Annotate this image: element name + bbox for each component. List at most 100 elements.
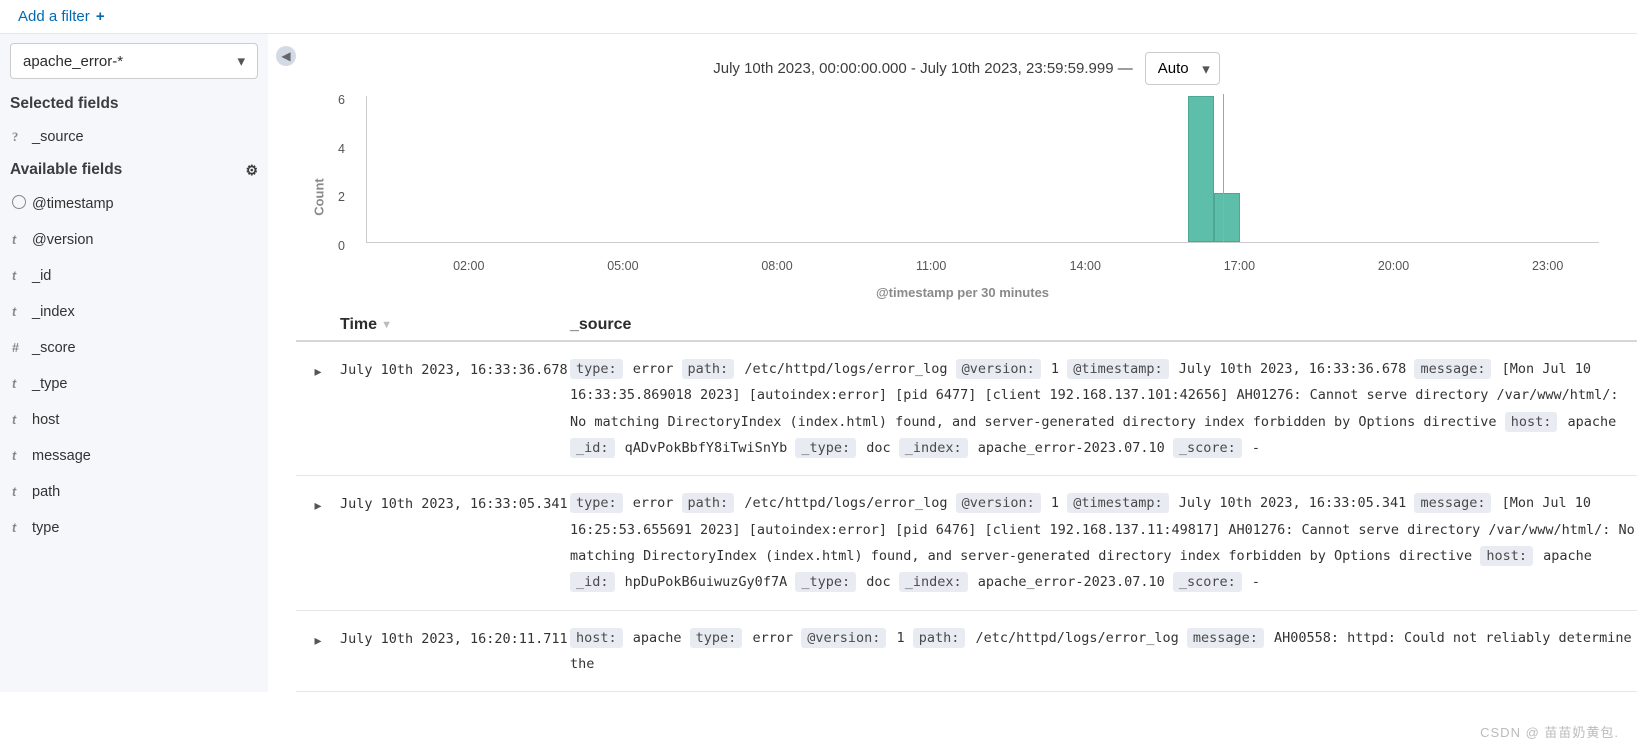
row-source: type: error path: /etc/httpd/logs/error_…: [570, 490, 1637, 595]
field-tag: path:: [682, 359, 735, 379]
text-type-icon: t: [12, 305, 32, 319]
caret-down-icon: ▾: [237, 52, 245, 70]
text-type-icon: t: [12, 233, 32, 247]
field-tag: type:: [570, 493, 623, 513]
field-tag: path:: [913, 628, 966, 648]
xtick: 20:00: [1378, 259, 1409, 273]
field-tag: type:: [690, 628, 743, 648]
field-tag: _id:: [570, 438, 615, 458]
field-name: message: [32, 448, 91, 464]
xtick: 17:00: [1224, 259, 1255, 273]
row-source: host: apache type: error @version: 1 pat…: [570, 625, 1637, 678]
field-item-id[interactable]: t_id: [0, 258, 268, 294]
field-tag: message:: [1414, 359, 1491, 379]
column-time[interactable]: Time ▼: [340, 316, 570, 334]
xtick: 23:00: [1532, 259, 1563, 273]
unknown-type-icon: ?: [12, 130, 32, 145]
text-type-icon: t: [12, 377, 32, 391]
fields-sidebar: apache_error-* ▾ Selected fields ?_sourc…: [0, 34, 268, 692]
doc-table: Time ▼ _source ▸July 10th 2023, 16:33:36…: [296, 310, 1637, 692]
field-name: _score: [32, 340, 76, 356]
plus-icon: +: [96, 8, 105, 25]
sort-desc-icon: ▼: [381, 319, 392, 331]
column-source[interactable]: _source: [570, 316, 631, 334]
field-tag: type:: [570, 359, 623, 379]
field-tag: path:: [682, 493, 735, 513]
text-type-icon: t: [12, 485, 32, 499]
chart-xlabel: @timestamp per 30 minutes: [326, 285, 1599, 300]
chart-ylabel: Count: [311, 178, 326, 216]
selected-fields-title: Selected fields: [0, 89, 268, 119]
xtick: 02:00: [453, 259, 484, 273]
field-tag: host:: [1480, 546, 1533, 566]
main-content: July 10th 2023, 00:00:00.000 - July 10th…: [296, 34, 1637, 692]
field-item-score[interactable]: #_score: [0, 330, 268, 366]
collapse-sidebar-button[interactable]: ◀: [276, 46, 296, 66]
field-name: _id: [32, 268, 51, 284]
field-tag: @timestamp:: [1067, 359, 1168, 379]
row-source: type: error path: /etc/httpd/logs/error_…: [570, 356, 1637, 461]
row-time: July 10th 2023, 16:20:11.711: [340, 625, 570, 678]
expand-row-button[interactable]: ▸: [296, 356, 340, 461]
field-item-index[interactable]: t_index: [0, 294, 268, 330]
table-row: ▸July 10th 2023, 16:33:36.678type: error…: [296, 342, 1637, 476]
time-marker: [1223, 94, 1224, 242]
field-name: @version: [32, 232, 93, 248]
histogram-bar[interactable]: [1188, 96, 1214, 242]
field-item-source[interactable]: ?_source: [0, 119, 268, 155]
field-tag: message:: [1187, 628, 1264, 648]
add-filter-label: Add a filter: [18, 8, 90, 25]
available-fields-header: Available fields ⚙: [0, 155, 268, 185]
field-item-path[interactable]: tpath: [0, 474, 268, 510]
ytick: 4: [338, 142, 345, 156]
field-tag: _index:: [899, 438, 968, 458]
xtick: 05:00: [607, 259, 638, 273]
field-tag: _index:: [899, 572, 968, 592]
field-name: host: [32, 412, 59, 428]
field-item-host[interactable]: thost: [0, 402, 268, 438]
histogram-chart[interactable]: Count 6420 02:0005:0008:0011:0014:0017:0…: [296, 93, 1637, 300]
table-row: ▸July 10th 2023, 16:33:05.341type: error…: [296, 476, 1637, 610]
expand-row-button[interactable]: ▸: [296, 490, 340, 595]
text-type-icon: t: [12, 521, 32, 535]
field-tag: message:: [1414, 493, 1491, 513]
watermark: CSDN @ 苗苗奶黄包.: [1480, 722, 1619, 741]
field-name: _type: [32, 376, 67, 392]
add-filter-button[interactable]: Add a filter +: [18, 8, 105, 25]
gear-icon[interactable]: ⚙: [245, 162, 258, 179]
field-tag: @version:: [956, 359, 1041, 379]
field-tag: _type:: [795, 572, 856, 592]
number-type-icon: #: [12, 341, 32, 355]
index-pattern-value: apache_error-*: [23, 53, 123, 70]
field-item-type[interactable]: t_type: [0, 366, 268, 402]
field-tag: @timestamp:: [1067, 493, 1168, 513]
xtick: 14:00: [1070, 259, 1101, 273]
text-type-icon: t: [12, 449, 32, 463]
field-item-timestamp[interactable]: @timestamp: [0, 185, 268, 222]
text-type-icon: t: [12, 413, 32, 427]
ytick: 6: [338, 93, 345, 107]
chevron-left-icon: ◀: [281, 49, 290, 63]
interval-select[interactable]: Auto: [1145, 52, 1220, 85]
row-time: July 10th 2023, 16:33:05.341: [340, 490, 570, 595]
available-fields-title: Available fields: [10, 161, 122, 179]
field-name: _source: [32, 129, 84, 145]
field-item-message[interactable]: tmessage: [0, 438, 268, 474]
field-name: path: [32, 484, 60, 500]
table-row: ▸July 10th 2023, 16:20:11.711host: apach…: [296, 611, 1637, 693]
field-tag: @version:: [801, 628, 886, 648]
field-item-type[interactable]: ttype: [0, 510, 268, 546]
field-tag: _score:: [1173, 438, 1242, 458]
index-pattern-select[interactable]: apache_error-* ▾: [10, 43, 258, 79]
ytick: 2: [338, 190, 345, 204]
xtick: 11:00: [916, 259, 946, 273]
row-time: July 10th 2023, 16:33:36.678: [340, 356, 570, 461]
clock-icon: [12, 195, 32, 212]
field-name: type: [32, 520, 59, 536]
field-item-version[interactable]: t@version: [0, 222, 268, 258]
field-tag: host:: [1505, 412, 1558, 432]
histogram-bar[interactable]: [1214, 193, 1240, 242]
field-tag: _id:: [570, 572, 615, 592]
field-tag: _type:: [795, 438, 856, 458]
expand-row-button[interactable]: ▸: [296, 625, 340, 678]
